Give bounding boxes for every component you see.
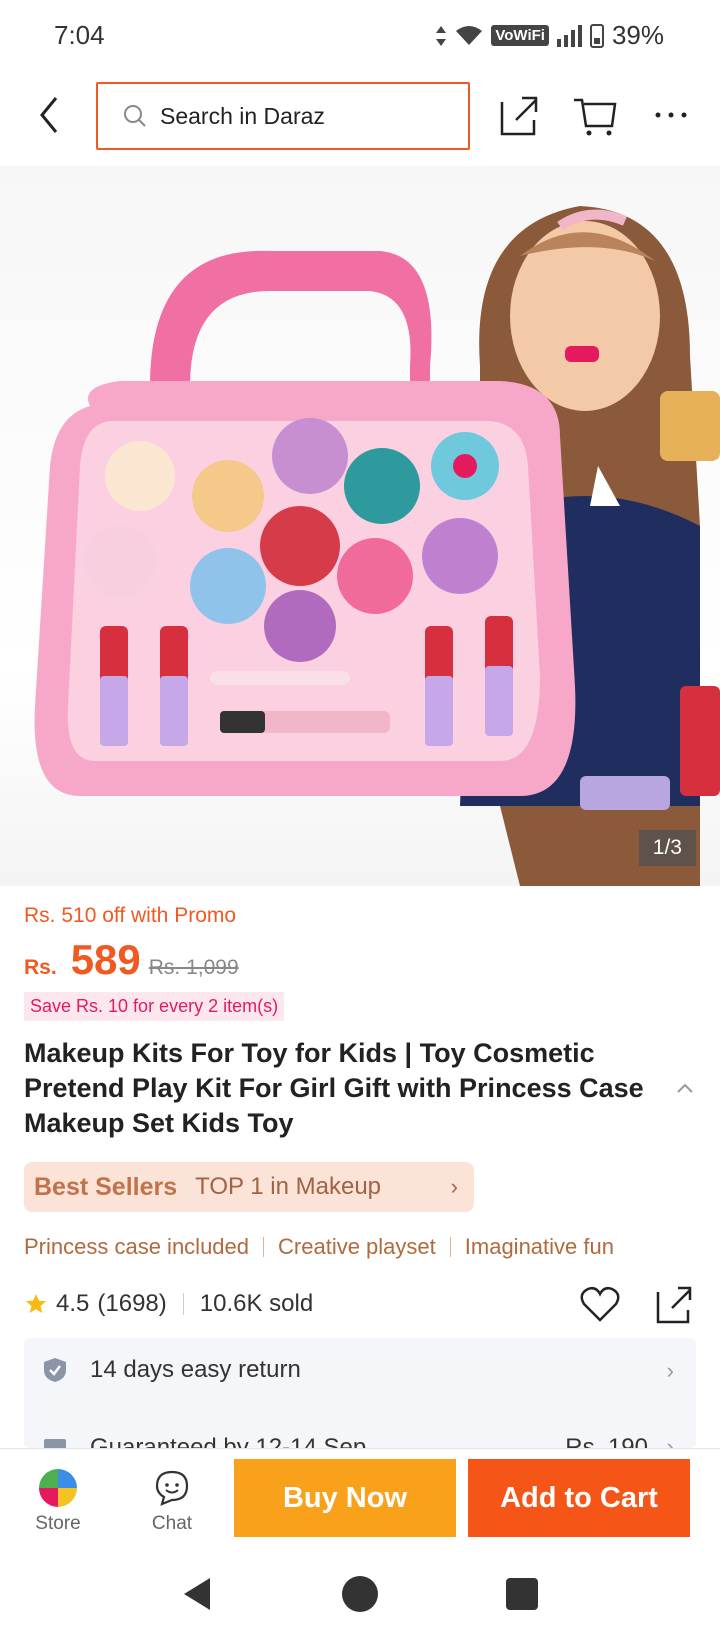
save-badge[interactable]: Save Rs. 10 for every 2 item(s) xyxy=(24,992,285,1021)
delivery-text: Guaranteed by 12-14 Sep xyxy=(90,1434,367,1448)
rating-count: (1698) xyxy=(97,1290,167,1317)
feature-tag: Creative playset xyxy=(278,1234,436,1259)
sold-count: 10.6K sold xyxy=(199,1290,314,1317)
price-row: Rs. 589 Rs. 1,099 xyxy=(24,936,239,984)
wifi-icon xyxy=(456,25,483,45)
top-header: Search in Daraz xyxy=(0,72,720,164)
return-text: 14 days easy return xyxy=(90,1356,301,1383)
chevron-right-icon: › xyxy=(666,1434,674,1448)
promo-text: Rs. 510 off with Promo xyxy=(24,904,237,927)
return-row[interactable]: 14 days easy return xyxy=(42,1356,301,1384)
rating-row[interactable]: 4.5 (1698) 10.6K sold xyxy=(24,1290,313,1318)
chevron-right-icon: › xyxy=(666,1358,674,1383)
nav-back-icon[interactable] xyxy=(180,1576,214,1612)
delivery-row[interactable]: Guaranteed by 12-14 Sep xyxy=(42,1434,366,1448)
currency-label: Rs. xyxy=(24,956,57,979)
buy-now-button[interactable]: Buy Now xyxy=(234,1459,456,1537)
data-arrows-icon xyxy=(436,25,447,46)
current-price: 589 xyxy=(70,936,141,983)
best-sellers-logo: Best Sellers xyxy=(34,1172,178,1201)
original-price: Rs. 1,099 xyxy=(148,956,239,979)
status-icons: VoWiFi 39% xyxy=(435,20,664,51)
image-counter: 1/3 xyxy=(638,830,696,866)
nav-recents-icon[interactable] xyxy=(506,1578,538,1610)
search-icon xyxy=(124,105,146,127)
nav-home-icon[interactable] xyxy=(342,1576,378,1612)
chat-label: Chat xyxy=(151,1513,193,1534)
status-time: 7:04 xyxy=(54,20,105,50)
shield-check-icon xyxy=(44,1358,66,1382)
product-title: Makeup Kits For Toy for Kids | Toy Cosme… xyxy=(24,1038,644,1138)
status-bar: 7:04 VoWiFi 39% xyxy=(0,0,720,72)
add-to-cart-button[interactable]: Add to Cart xyxy=(468,1459,690,1537)
battery-icon xyxy=(589,23,604,48)
rating-score: 4.5 xyxy=(56,1290,90,1317)
back-arrow-icon[interactable] xyxy=(30,90,70,140)
best-sellers-banner[interactable]: Best Sellers TOP 1 in Makeup › xyxy=(24,1162,474,1212)
chevron-up-icon[interactable] xyxy=(676,1082,694,1094)
star-icon xyxy=(26,1294,46,1313)
service-panel: 14 days easy return › Guaranteed by 12-1… xyxy=(24,1338,696,1448)
truck-icon xyxy=(44,1439,66,1448)
signal-icon xyxy=(556,24,582,47)
search-bar[interactable]: Search in Daraz xyxy=(96,82,470,150)
more-options-icon[interactable] xyxy=(646,90,696,140)
share-icon[interactable] xyxy=(652,1282,696,1326)
chat-icon xyxy=(155,1470,189,1506)
store-button[interactable]: Store xyxy=(26,1469,90,1535)
system-nav-bar xyxy=(0,1554,720,1640)
battery-percent: 39% xyxy=(611,20,664,50)
heart-icon[interactable] xyxy=(578,1282,622,1326)
delivery-fee: Rs. 190 xyxy=(565,1434,648,1448)
store-logo xyxy=(39,1469,77,1507)
store-label: Store xyxy=(35,1513,81,1534)
feature-tag: Princess case included xyxy=(24,1234,250,1259)
cart-icon[interactable] xyxy=(570,90,620,140)
best-sellers-rank: TOP 1 in Makeup xyxy=(195,1173,382,1200)
share-icon[interactable] xyxy=(494,90,544,140)
vowifi-badge: VoWiFi xyxy=(491,25,549,46)
search-placeholder: Search in Daraz xyxy=(160,102,325,129)
chevron-right-icon: › xyxy=(450,1174,458,1199)
bottom-action-bar: Store Chat Buy Now Add to Cart xyxy=(0,1448,720,1554)
product-photo xyxy=(34,206,720,886)
product-image-gallery[interactable]: 1/3 xyxy=(0,166,720,886)
feature-tags: Princess case included Creative playset … xyxy=(24,1234,614,1260)
feature-tag: Imaginative fun xyxy=(464,1234,614,1259)
chat-button[interactable]: Chat xyxy=(140,1469,204,1535)
